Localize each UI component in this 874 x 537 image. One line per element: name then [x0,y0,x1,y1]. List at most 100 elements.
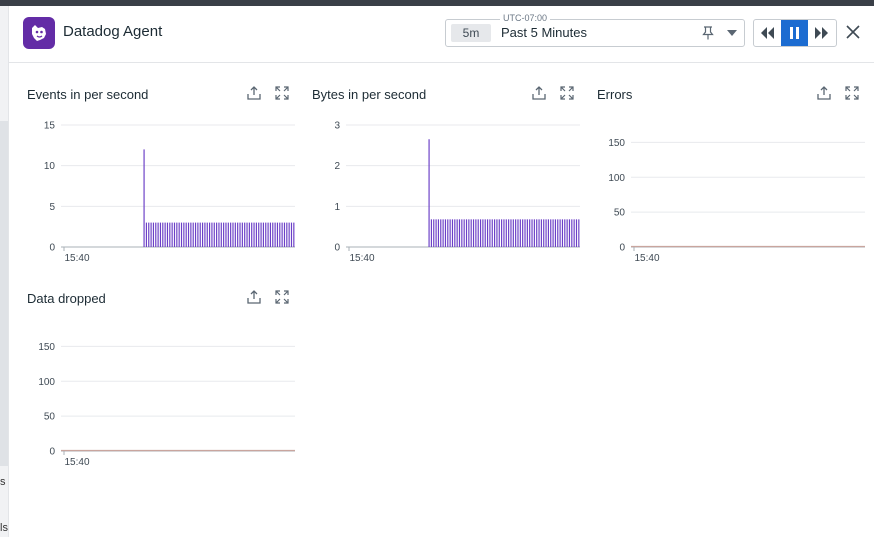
errors-chart: 0 50 100 150 15:40 [608,138,865,264]
bar [237,222,239,247]
bar [255,222,257,247]
bar [246,222,248,247]
export-icon[interactable] [531,85,547,101]
bar [199,222,201,247]
widget-title: Errors [597,87,633,102]
widget-events-in: Events in per second 0 5 10 15 15:40 [27,85,297,267]
bar [484,219,486,247]
pin-icon[interactable] [702,26,714,40]
fast-forward-icon [815,27,828,39]
bar [538,219,540,247]
bar [148,222,150,247]
pause-button[interactable] [781,20,808,46]
bar [519,219,521,247]
bar [517,219,519,247]
bar [486,219,489,247]
bar [465,219,468,247]
y-tick-label: 5 [49,202,55,213]
panel-header: Datadog Agent 5m Past 5 Minutes UTC-07:0… [8,6,874,63]
bar [524,219,526,247]
bar [187,222,190,247]
bar [241,222,243,247]
data-dropped-chart: 0 50 100 150 15:40 [38,342,295,468]
bar [515,219,517,247]
expand-icon[interactable] [559,85,575,101]
bar [531,219,533,247]
bar [536,219,538,247]
y-tick-label: 0 [49,243,55,254]
bar [447,219,449,247]
bar [211,222,213,247]
bar [547,219,549,247]
bar [540,219,542,247]
bar [155,222,157,247]
bytes-in-chart: 0 1 2 3 15:40 [334,121,580,264]
bar [477,219,479,247]
bar [281,222,283,247]
bar [479,219,482,247]
bar [267,222,269,247]
x-tick-label: 15:40 [349,253,374,264]
bar [529,219,531,247]
bar [276,222,279,247]
export-icon[interactable] [816,85,832,101]
bar [183,222,185,247]
bar [571,219,573,247]
bar [265,222,267,247]
bar [435,219,437,247]
bar [526,219,528,247]
fast-forward-button[interactable] [808,20,835,46]
y-tick-label: 100 [608,173,625,184]
close-icon[interactable] [844,23,862,41]
bar [533,219,535,247]
export-icon[interactable] [246,289,262,305]
y-tick-label: 3 [334,121,340,132]
expand-icon[interactable] [844,85,860,101]
bar [463,219,465,247]
bar [171,222,173,247]
bar [253,222,255,247]
bar [458,219,461,247]
bar [194,222,197,247]
pause-icon [790,27,799,39]
y-tick-label: 100 [38,377,55,388]
bar [286,222,288,247]
widget-data-dropped: Data dropped 0 50 100 150 15:40 [27,289,297,471]
y-tick-label: 10 [44,161,56,172]
bar [494,219,496,247]
time-range-picker[interactable]: 5m Past 5 Minutes [445,19,745,47]
datadog-dog-icon [23,17,55,49]
y-tick-label: 15 [44,121,56,132]
bar [185,222,187,247]
bar [482,219,484,247]
bar [150,222,152,247]
bar [510,219,512,247]
bar [220,222,222,247]
bar [283,222,286,247]
bar [573,219,575,247]
bar [251,222,253,247]
bar [260,222,262,247]
rewind-button[interactable] [754,20,781,46]
bar [164,222,166,247]
bar [444,219,447,247]
bar [496,219,498,247]
events-in-chart: 0 5 10 15 15:40 [44,121,295,264]
chevron-down-icon[interactable] [727,30,737,36]
bar [218,222,220,247]
bar [543,219,545,247]
rewind-icon [761,27,774,39]
expand-icon[interactable] [274,85,290,101]
bar [225,222,227,247]
bar [232,222,234,247]
expand-icon[interactable] [274,289,290,305]
time-range-short-label: 5m [451,24,491,42]
export-icon[interactable] [246,85,262,101]
bar [293,222,295,247]
edge-text: ls [0,522,8,534]
bar [288,222,290,247]
bar [239,222,241,247]
bar [491,219,493,247]
bar [223,222,225,247]
y-tick-label: 0 [334,243,340,254]
